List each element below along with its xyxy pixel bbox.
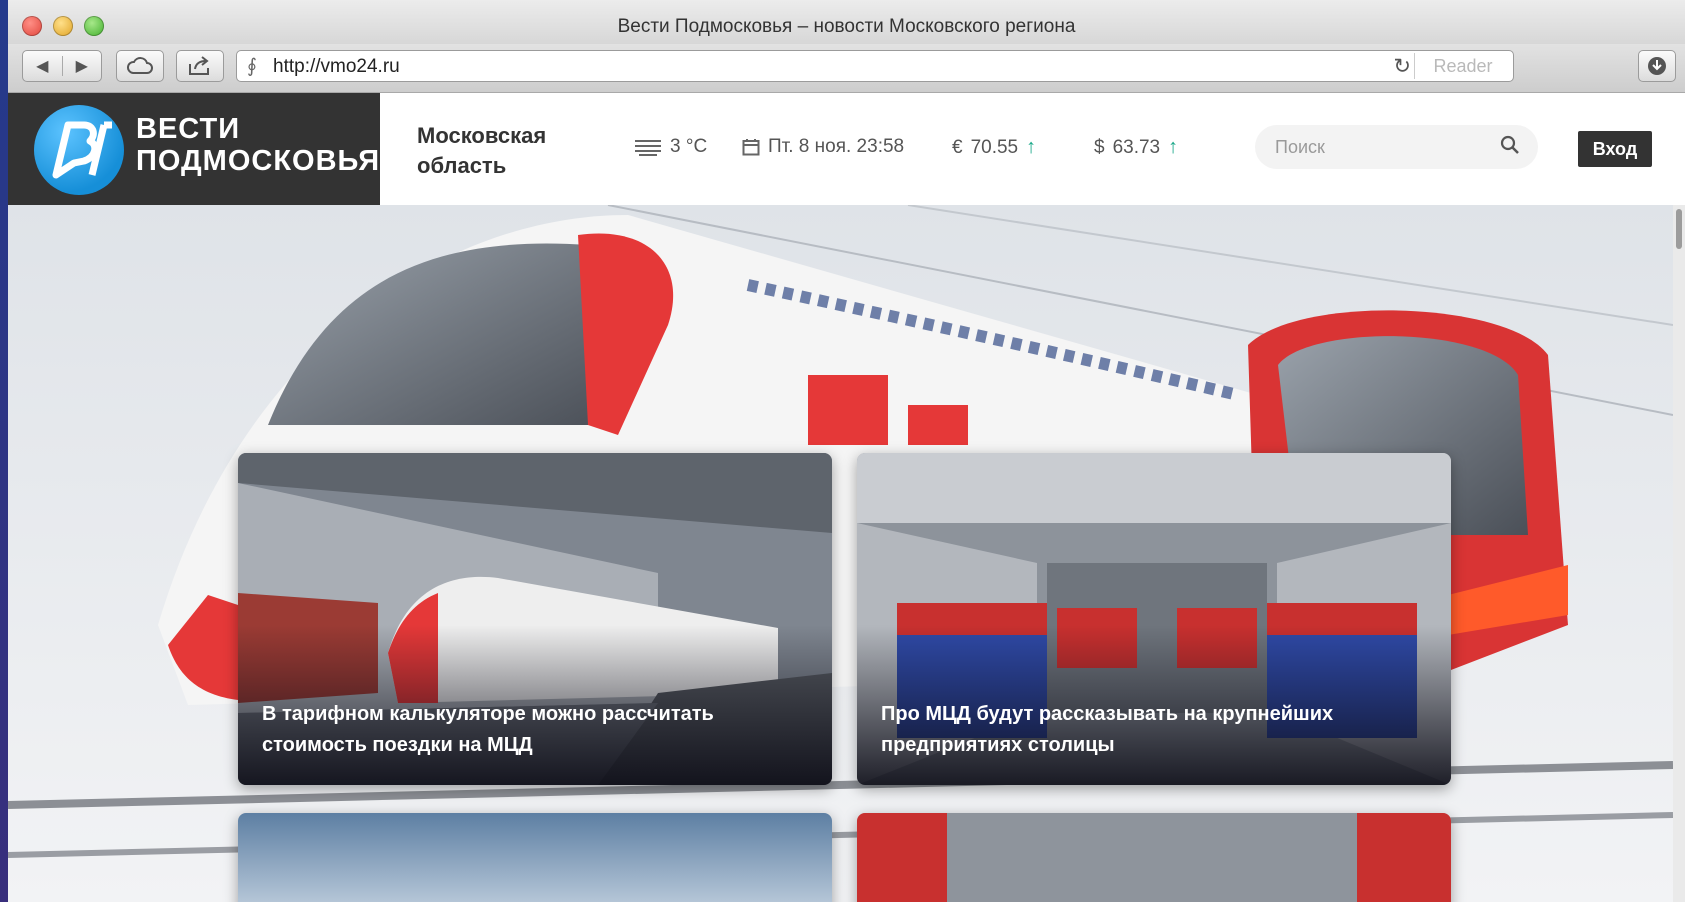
weather-widget: 3 °C: [634, 136, 707, 158]
site-icon: ∮: [247, 56, 257, 77]
reader-button[interactable]: Reader: [1414, 53, 1511, 79]
region-selector[interactable]: Московская область: [417, 121, 577, 181]
reload-icon[interactable]: ↻: [1393, 54, 1411, 79]
news-card[interactable]: Про МЦД будут рассказывать на крупнейших…: [857, 453, 1451, 785]
search-placeholder: Поиск: [1275, 137, 1325, 157]
date-widget: Пт. 8 ноя. 23:58: [742, 136, 904, 158]
web-page: ВЕСТИ ПОДМОСКОВЬЯ Московская область 3 °…: [8, 93, 1685, 902]
news-headline[interactable]: Про МЦД будут рассказывать на крупнейших…: [881, 699, 1427, 761]
window-title: Вести Подмосковья – новости Московского …: [617, 16, 1076, 37]
calendar-icon: [742, 139, 760, 156]
euro-rate: € 70.55 ↑: [952, 136, 1036, 159]
news-image-carriage: [857, 813, 1451, 902]
search-icon[interactable]: [1500, 135, 1520, 155]
news-headline[interactable]: В тарифном калькуляторе можно рассчитать…: [262, 699, 808, 761]
arrow-up-icon: ↑: [1026, 136, 1037, 158]
news-card[interactable]: В тарифном калькуляторе можно рассчитать…: [238, 453, 832, 785]
euro-value: 70.55: [970, 136, 1019, 158]
cloud-icon: [127, 57, 153, 74]
share-button[interactable]: [176, 50, 224, 82]
euro-symbol: €: [952, 136, 963, 158]
fog-icon: [635, 140, 661, 156]
url-text[interactable]: http://vmo24.ru: [273, 56, 400, 78]
dollar-rate: $ 63.73 ↑: [1094, 136, 1178, 159]
browser-toolbar: ◀ ▶ ∮ http://vmo24.ru ↻ Reader: [8, 44, 1685, 93]
title-bar: Вести Подмосковья – новости Московского …: [8, 0, 1685, 50]
dollar-value: 63.73: [1112, 136, 1161, 158]
arrow-up-icon: ↑: [1168, 136, 1179, 158]
brand-name-line2: ПОДМОСКОВЬЯ: [136, 145, 381, 177]
browser-window: Вести Подмосковья – новости Московского …: [8, 0, 1685, 902]
site-logo[interactable]: ВЕСТИ ПОДМОСКОВЬЯ: [8, 93, 380, 205]
news-card[interactable]: [238, 813, 832, 902]
date-time: Пт. 8 ноя. 23:58: [768, 136, 905, 157]
news-card[interactable]: [857, 813, 1451, 902]
downloads-button[interactable]: [1638, 50, 1676, 82]
back-forward-buttons: ◀ ▶: [22, 50, 102, 82]
page-scrollbar[interactable]: [1673, 205, 1685, 902]
download-icon: [1648, 57, 1666, 75]
hero-banner: В тарифном калькуляторе можно рассчитать…: [8, 204, 1674, 902]
icloud-tabs-button[interactable]: [116, 50, 164, 82]
news-image-snow: [238, 813, 832, 902]
brand-name-line1: ВЕСТИ: [136, 113, 241, 145]
search-input[interactable]: Поиск: [1255, 125, 1538, 169]
temperature: 3 °C: [670, 136, 708, 157]
scrollbar-thumb[interactable]: [1676, 209, 1682, 249]
site-header: ВЕСТИ ПОДМОСКОВЬЯ Московская область 3 °…: [8, 93, 1685, 205]
dollar-symbol: $: [1094, 136, 1105, 158]
forward-icon[interactable]: ▶: [61, 56, 102, 76]
back-icon[interactable]: ◀: [23, 56, 62, 76]
share-icon: [189, 56, 209, 75]
logo-emblem: [34, 105, 124, 195]
login-button[interactable]: Вход: [1578, 131, 1652, 167]
address-bar[interactable]: ∮ http://vmo24.ru ↻ Reader: [236, 50, 1514, 82]
